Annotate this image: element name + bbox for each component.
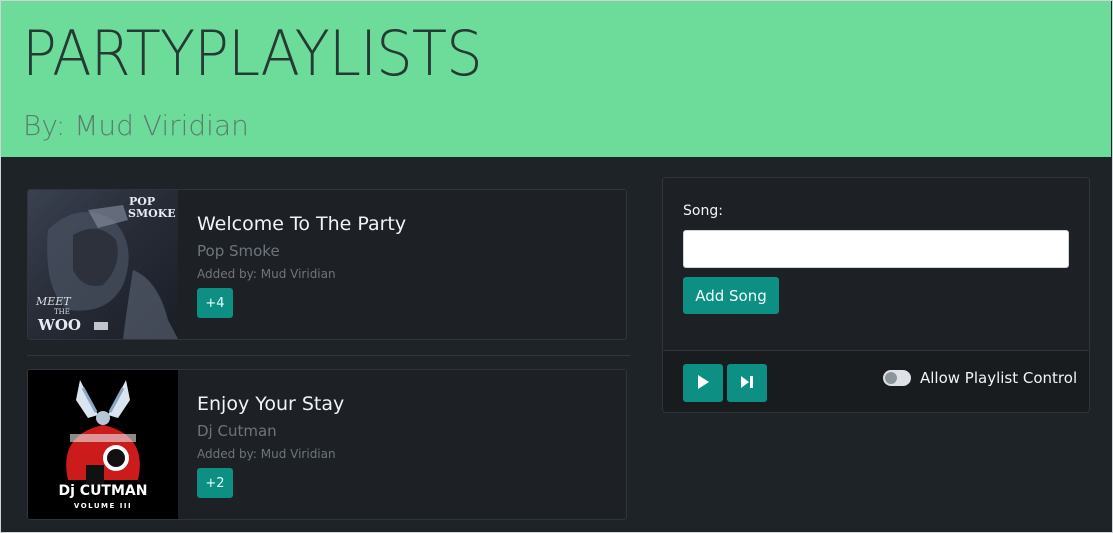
play-button[interactable] xyxy=(683,364,723,402)
song-divider xyxy=(27,355,630,356)
song-title: Enjoy Your Stay xyxy=(197,393,345,415)
add-song-panel: Song: Add Song Allow Playlist Control xyxy=(662,177,1090,413)
album-art: Dj CUTMAN VOLUME III xyxy=(28,370,178,519)
skip-button[interactable] xyxy=(727,364,767,402)
page-header: PARTYPLAYLISTS By: Mud Viridian xyxy=(1,1,1111,157)
song-added-by: Added by: Mud Viridian xyxy=(197,447,336,461)
add-song-button[interactable]: Add Song xyxy=(683,277,779,314)
svg-text:WOO: WOO xyxy=(37,316,81,334)
vote-button[interactable]: +2 xyxy=(197,468,233,498)
album-art: POP SMOKE MEET THE WOO xyxy=(28,190,178,339)
allow-control-label: Allow Playlist Control xyxy=(920,369,1078,387)
allow-control-toggle[interactable] xyxy=(883,370,911,386)
song-card: POP SMOKE MEET THE WOO Welcome To The Pa… xyxy=(27,189,627,340)
song-artist: Pop Smoke xyxy=(197,242,280,260)
svg-text:THE: THE xyxy=(54,308,70,316)
playlist-owner: By: Mud Viridian xyxy=(23,109,249,142)
song-added-by: Added by: Mud Viridian xyxy=(197,267,336,281)
song-title: Welcome To The Party xyxy=(197,213,407,235)
svg-text:Dj CUTMAN: Dj CUTMAN xyxy=(59,483,148,499)
vote-button[interactable]: +4 xyxy=(197,288,233,318)
svg-text:MEET: MEET xyxy=(35,295,72,308)
app-title: PARTYPLAYLISTS xyxy=(22,17,483,90)
song-card: Dj CUTMAN VOLUME III Enjoy Your Stay Dj … xyxy=(27,369,627,520)
skip-next-icon xyxy=(740,375,754,392)
play-icon xyxy=(695,374,711,393)
allow-playlist-control[interactable]: Allow Playlist Control xyxy=(883,367,1077,389)
svg-text:VOLUME III: VOLUME III xyxy=(74,502,132,510)
song-artist: Dj Cutman xyxy=(197,422,277,440)
player-controls: Allow Playlist Control xyxy=(663,350,1089,412)
song-input[interactable] xyxy=(683,230,1069,268)
svg-text:SMOKE: SMOKE xyxy=(128,207,176,220)
song-label: Song: xyxy=(683,203,723,219)
